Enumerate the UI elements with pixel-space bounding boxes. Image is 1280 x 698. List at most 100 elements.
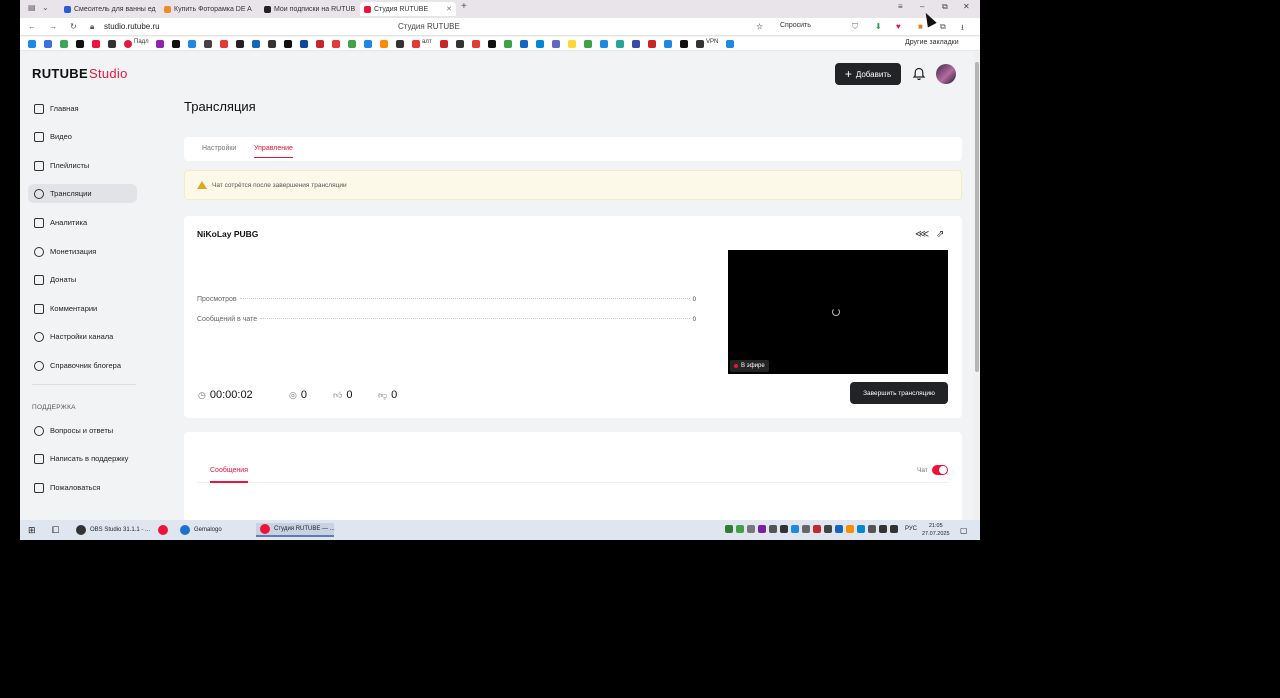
forward-icon[interactable]: →	[49, 22, 57, 31]
bookmark-icon[interactable]: ☆	[756, 22, 763, 31]
close-tab-icon[interactable]: ✕	[446, 5, 452, 13]
bell-icon[interactable]	[912, 67, 926, 81]
bookmark-icon[interactable]	[220, 40, 228, 48]
bookmark-icon[interactable]	[252, 40, 260, 48]
bookmark-icon[interactable]	[348, 40, 356, 48]
new-tab-icon[interactable]: +	[461, 1, 467, 12]
tray-icon[interactable]	[813, 525, 821, 533]
bookmark-icon[interactable]	[284, 40, 292, 48]
reload-icon[interactable]: ↻	[70, 22, 77, 31]
chat-toggle[interactable]	[932, 465, 948, 475]
minimize-icon[interactable]: –	[920, 2, 924, 11]
bookmark-icon[interactable]	[696, 40, 704, 48]
bookmark-icon[interactable]	[504, 40, 512, 48]
tray-icon[interactable]	[835, 525, 843, 533]
shield-icon[interactable]: ⛉	[852, 22, 858, 32]
bookmark-icon[interactable]	[488, 40, 496, 48]
sidebar-item-report[interactable]: Пожаловаться	[28, 478, 137, 497]
bookmark-icon[interactable]	[204, 40, 212, 48]
scrollbar-thumb[interactable]	[975, 62, 979, 372]
bookmark-icon[interactable]	[726, 40, 734, 48]
bookmark-icon[interactable]	[188, 40, 196, 48]
bookmark-label[interactable]: VPN	[706, 39, 718, 45]
bookmark-icon[interactable]	[380, 40, 388, 48]
bookmark-icon[interactable]	[568, 40, 576, 48]
tray-icon[interactable]	[846, 525, 854, 533]
bookmark-icon[interactable]	[648, 40, 656, 48]
sidebar-item-channel-settings[interactable]: Настройки канала	[28, 327, 137, 346]
bookmark-icon[interactable]	[600, 40, 608, 48]
tray-icon[interactable]	[868, 525, 876, 533]
close-window-icon[interactable]: ✕	[963, 2, 970, 11]
bookmark-icon[interactable]	[364, 40, 372, 48]
bookmark-icon[interactable]	[300, 40, 308, 48]
bookmark-icon[interactable]	[60, 40, 68, 48]
tab-item[interactable]: Купить Фоторамка DE A	[160, 2, 258, 16]
tab-item[interactable]: Смеситель для ванны ед	[60, 2, 158, 16]
avatar[interactable]	[936, 64, 956, 84]
end-stream-button[interactable]: Завершить трансляцию	[850, 382, 948, 404]
open-external-icon[interactable]: ⇗	[936, 229, 944, 240]
bookmark-icon[interactable]	[268, 40, 276, 48]
sidebar-item-playlists[interactable]: Плейлисты	[28, 156, 137, 175]
ask-button[interactable]: Спросить	[780, 22, 811, 29]
task-view-icon[interactable]: ⧠	[48, 523, 63, 537]
other-bookmarks[interactable]: Другие закладки	[905, 39, 959, 46]
video-player[interactable]: В эфире	[728, 250, 948, 374]
volume-icon[interactable]	[890, 525, 898, 533]
bookmark-icon[interactable]	[316, 40, 324, 48]
sidebar-item-comments[interactable]: Комментарии	[28, 299, 137, 318]
logo[interactable]: RUTUBEStudio	[32, 66, 128, 81]
tab-item-active[interactable]: Студия RUTUBE ✕	[360, 2, 456, 16]
restore-icon[interactable]: ⧉	[942, 2, 948, 12]
bookmark-icon[interactable]	[76, 40, 84, 48]
bookmark-icon[interactable]	[172, 40, 180, 48]
tray-icon[interactable]	[824, 525, 832, 533]
add-button[interactable]: + Добавить	[835, 63, 901, 85]
sidebar-item-video[interactable]: Видео	[28, 127, 137, 146]
download-arrow-icon[interactable]: ⬇	[875, 22, 882, 31]
tab-item[interactable]: Мои подписки на RUTUB	[260, 2, 358, 16]
bookmark-icon[interactable]	[536, 40, 544, 48]
bookmark-icon[interactable]	[584, 40, 592, 48]
sidebar-item-faq[interactable]: Вопросы и ответы	[28, 421, 137, 440]
bookmark-icon[interactable]	[456, 40, 464, 48]
menu-icon[interactable]: ≡	[898, 2, 903, 11]
bookmark-icon[interactable]	[44, 40, 52, 48]
sidebar-item-home[interactable]: Главная	[28, 99, 137, 118]
sidebar-item-donations[interactable]: Донаты	[28, 270, 137, 289]
url-field[interactable]: studio.rutube.ru	[104, 22, 160, 31]
tray-icon[interactable]	[725, 525, 733, 533]
taskbar-item-rutube[interactable]: Студия RUTUBE — ...	[256, 523, 335, 537]
bookmark-icon[interactable]	[552, 40, 560, 48]
taskbar-item-obs[interactable]: OBS Studio 31.1.1 - ...	[72, 523, 150, 537]
tray-icon[interactable]	[802, 525, 810, 533]
sidebar-item-contact-support[interactable]: Написать в поддержку	[28, 449, 137, 468]
taskbar-item-yandex[interactable]	[154, 523, 172, 537]
back-icon[interactable]: ←	[28, 22, 36, 31]
tray-icon[interactable]	[758, 525, 766, 533]
clock[interactable]: 21:05 27.07.2025	[922, 522, 950, 538]
tray-icon[interactable]	[769, 525, 777, 533]
tray-icon[interactable]	[736, 525, 744, 533]
tab-messages[interactable]: Сообщения	[210, 467, 248, 474]
bookmark-label[interactable]: алт	[422, 39, 432, 45]
tray-icon[interactable]	[857, 525, 865, 533]
bookmark-label[interactable]: Падл	[134, 39, 149, 45]
taskbar-item-gemalogo[interactable]: Gemalogo	[176, 523, 250, 537]
bookmark-icon[interactable]	[396, 40, 404, 48]
bookmark-icon[interactable]	[156, 40, 164, 48]
bookmark-icon[interactable]	[124, 40, 132, 48]
sidebar-item-analytics[interactable]: Аналитика	[28, 213, 137, 232]
pocket-icon[interactable]: ♥	[896, 22, 901, 31]
tray-icon[interactable]	[791, 525, 799, 533]
bookmark-icon[interactable]	[332, 40, 340, 48]
bookmark-icon[interactable]	[680, 40, 688, 48]
bookmark-icon[interactable]	[108, 40, 116, 48]
bookmark-icon[interactable]	[92, 40, 100, 48]
tab-management[interactable]: Управление	[254, 145, 293, 158]
bookmark-icon[interactable]	[472, 40, 480, 48]
sidebar-item-blogger-guide[interactable]: Справочник блогера	[28, 356, 137, 375]
extension-icon[interactable]: ■	[918, 22, 923, 31]
bookmark-icon[interactable]	[28, 40, 36, 48]
